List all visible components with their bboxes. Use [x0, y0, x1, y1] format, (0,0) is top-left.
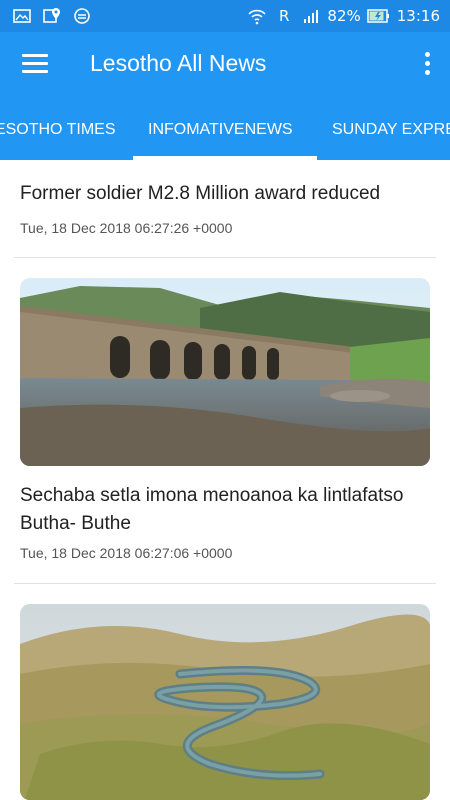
article-image-dam[interactable]	[20, 278, 430, 466]
overflow-menu-icon[interactable]	[422, 52, 432, 80]
battery-percent: 82%	[327, 7, 361, 25]
status-left	[12, 6, 92, 26]
divider	[14, 257, 436, 258]
article-image-river[interactable]	[20, 604, 430, 800]
article-title[interactable]: Former soldier M2.8 Million award reduce…	[20, 180, 430, 208]
battery-icon	[367, 9, 389, 23]
article-date: Tue, 18 Dec 2018 06:27:26 +0000	[20, 220, 233, 236]
gallery-icon	[13, 9, 31, 23]
app-bar: Lesotho All News	[0, 32, 450, 100]
article-date: Tue, 18 Dec 2018 06:27:06 +0000	[20, 545, 233, 561]
divider	[14, 583, 436, 584]
wifi-icon	[248, 9, 266, 25]
tab-lesotho-times[interactable]: LESOTHO TIMES	[0, 100, 116, 160]
tab-bar: LESOTHO TIMES INFOMATIVENEWS SUNDAY EXPR…	[0, 100, 450, 160]
dam-photo	[20, 278, 430, 466]
sync-icon	[74, 8, 90, 24]
signal-icon	[304, 10, 319, 23]
status-time: 13:16	[396, 7, 440, 25]
roaming-indicator: R	[278, 7, 290, 25]
hamburger-menu-icon[interactable]	[22, 54, 48, 76]
tab-infomativenews[interactable]: INFOMATIVENEWS	[148, 100, 293, 160]
maps-icon	[43, 8, 60, 23]
article-title[interactable]: Sechaba setla imona menoanoa ka lintlafa…	[20, 482, 430, 538]
news-feed[interactable]: Former soldier M2.8 Million award reduce…	[0, 160, 450, 800]
tab-sunday-express[interactable]: SUNDAY EXPRESS	[332, 100, 450, 160]
status-bar: R 82% 13:16	[0, 0, 450, 32]
river-photo	[20, 604, 430, 800]
status-right: R 82% 13:16	[247, 6, 440, 26]
app-title: Lesotho All News	[90, 50, 267, 76]
